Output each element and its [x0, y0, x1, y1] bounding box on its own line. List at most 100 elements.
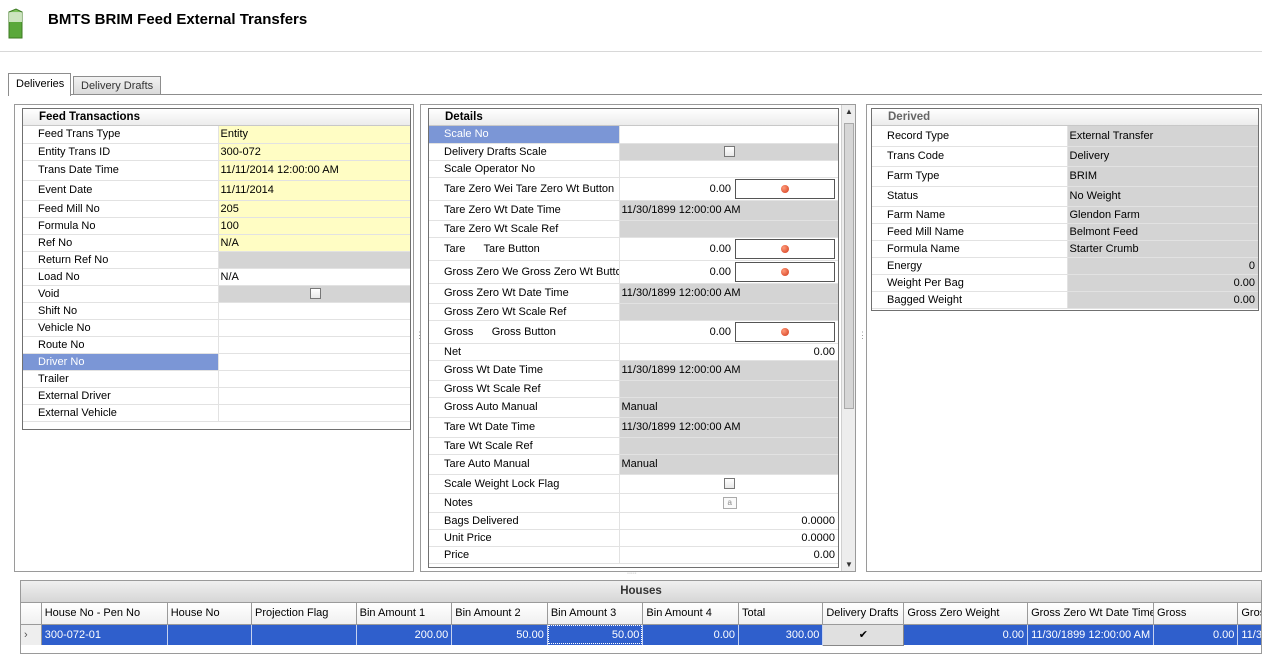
house-pen-cell[interactable]: 300-072-01	[41, 624, 168, 645]
grid-row[interactable]: Unit Price 0.0000	[429, 529, 838, 547]
column-header[interactable]: Bin Amount 2	[451, 603, 548, 625]
column-header[interactable]: Gross Wt Date Time	[1237, 603, 1261, 625]
void-checkbox[interactable]	[309, 288, 321, 300]
grid-row[interactable]: Delivery Drafts Scale	[429, 143, 838, 161]
grid-row[interactable]: Void	[23, 285, 410, 303]
grid-row[interactable]: Feed Trans Type Entity	[23, 126, 410, 144]
splitter-grip[interactable]: ⋮	[858, 330, 867, 341]
grid-row[interactable]: Load No N/A	[23, 268, 410, 286]
grid-row[interactable]: Gross Gross Button 0.00	[429, 320, 838, 344]
grid-row[interactable]: Gross Auto Manual Manual	[429, 397, 838, 418]
column-header[interactable]: House No - Pen No	[41, 603, 168, 625]
grid-row[interactable]: Tare Auto Manual Manual	[429, 454, 838, 475]
bin-amount-3-cell[interactable]: 50.00	[547, 624, 644, 645]
ref-no-value[interactable]: N/A	[217, 234, 410, 252]
driver-no-value[interactable]	[217, 353, 410, 371]
grid-row[interactable]: Net 0.00	[429, 343, 838, 361]
column-header[interactable]: Gross Zero Weight	[903, 603, 1029, 625]
grid-row[interactable]: Gross Zero Wt Scale Ref	[429, 303, 838, 321]
grid-row[interactable]: Shift No	[23, 302, 410, 320]
tab-delivery-drafts[interactable]: Delivery Drafts	[73, 76, 161, 95]
tab-deliveries[interactable]: Deliveries	[8, 73, 71, 96]
grid-row[interactable]: Gross Zero Wt Date Time 11/30/1899 12:00:…	[429, 283, 838, 304]
external-vehicle-value[interactable]	[217, 404, 410, 422]
grid-row[interactable]: Bags Delivered 0.0000	[429, 512, 838, 530]
grid-row[interactable]: Formula No 100	[23, 217, 410, 235]
grid-row[interactable]: Gross Wt Scale Ref	[429, 380, 838, 398]
grid-row[interactable]: Entity Trans ID 300-072	[23, 143, 410, 161]
delivery-drafts-check-icon[interactable]: ✔	[822, 623, 905, 646]
gross-zero-weight-cell[interactable]: 0.00	[903, 624, 1029, 645]
column-header[interactable]: Bin Amount 3	[547, 603, 644, 625]
gross-zero-wt-date-time-cell[interactable]: 11/30/1899 12:00:00 AM	[1027, 624, 1155, 645]
scale-operator-no-value[interactable]	[618, 160, 838, 178]
gross-cell[interactable]: 0.00	[1153, 624, 1239, 645]
tare-button[interactable]	[735, 238, 835, 259]
grid-row[interactable]: External Vehicle	[23, 404, 410, 422]
grid-row[interactable]: Trailer	[23, 370, 410, 388]
grid-row[interactable]: Ref No N/A	[23, 234, 410, 252]
grid-row[interactable]: Tare Zero Wei Tare Zero Wt Button 0.00	[429, 177, 838, 201]
column-header[interactable]: Bin Amount 1	[356, 603, 453, 625]
route-no-value[interactable]	[217, 336, 410, 354]
delivery-drafts-scale-checkbox[interactable]	[724, 146, 736, 158]
grid-row[interactable]: External Driver	[23, 387, 410, 405]
vehicle-no-value[interactable]	[217, 319, 410, 337]
scroll-down-icon[interactable]: ▼	[845, 560, 853, 569]
bags-delivered-value[interactable]: 0.0000	[618, 512, 838, 530]
entity-trans-id-value[interactable]: 300-072	[217, 143, 410, 161]
feed-mill-no-value[interactable]: 205	[217, 200, 410, 218]
column-header[interactable]: House No	[167, 603, 253, 625]
grid-row[interactable]: Tare Wt Scale Ref	[429, 437, 838, 455]
notes-icon[interactable]: a	[722, 497, 737, 509]
grid-row[interactable]: Vehicle No	[23, 319, 410, 337]
grid-row[interactable]: Tare Zero Wt Date Time 11/30/1899 12:00:0…	[429, 200, 838, 221]
table-row[interactable]: › 300-072-01 200.00 50.00 50.00 0.00 300…	[21, 623, 1261, 646]
grid-row[interactable]: Feed Mill No 205	[23, 200, 410, 218]
splitter-grip[interactable]: ∙∙∙∙∙	[626, 570, 638, 577]
grid-row[interactable]: Scale Operator No	[429, 160, 838, 178]
event-date-value[interactable]: 11/11/2014	[217, 180, 410, 201]
scroll-up-icon[interactable]: ▲	[845, 107, 853, 116]
column-header[interactable]: Delivery Drafts	[822, 603, 905, 625]
tare-zero-wt-button[interactable]	[735, 178, 835, 199]
grid-row[interactable]: Route No	[23, 336, 410, 354]
column-header[interactable]: Total	[738, 603, 824, 625]
grid-row[interactable]: Notes a	[429, 493, 838, 513]
grid-row[interactable]: Return Ref No	[23, 251, 410, 269]
scroll-thumb[interactable]	[844, 123, 854, 409]
grid-row[interactable]: Tare Zero Wt Scale Ref	[429, 220, 838, 238]
house-no-cell[interactable]	[167, 624, 253, 645]
gross-zero-wt-button[interactable]	[735, 261, 835, 282]
grid-row[interactable]: Event Date 11/11/2014	[23, 180, 410, 201]
grid-row[interactable]: Driver No	[23, 353, 410, 371]
gross-wt-date-time-cell[interactable]: 11/30/1899 12:00:0...	[1237, 624, 1261, 645]
scale-no-value[interactable]	[618, 126, 838, 144]
column-header[interactable]: Bin Amount 4	[642, 603, 740, 625]
column-header[interactable]: Gross Zero Wt Date Time	[1027, 603, 1155, 625]
grid-row[interactable]: Gross Wt Date Time 11/30/1899 12:00:00 AM	[429, 360, 838, 381]
unit-price-value[interactable]: 0.0000	[618, 529, 838, 547]
grid-row[interactable]: Scale No	[429, 126, 838, 144]
column-header[interactable]: Projection Flag	[251, 603, 357, 625]
price-value[interactable]: 0.00	[618, 546, 838, 564]
shift-no-value[interactable]	[217, 302, 410, 320]
grid-row[interactable]: Gross Zero We Gross Zero Wt Button 0.00	[429, 260, 838, 284]
load-no-value[interactable]: N/A	[217, 268, 410, 286]
formula-no-value[interactable]: 100	[217, 217, 410, 235]
details-scrollbar[interactable]: ▲ ▼	[841, 105, 855, 571]
column-header[interactable]: Gross	[1153, 603, 1239, 625]
grid-row[interactable]: Tare Wt Date Time 11/30/1899 12:00:00 AM	[429, 417, 838, 438]
feed-trans-type-value[interactable]: Entity	[217, 126, 410, 144]
grid-row[interactable]: Tare Tare Button 0.00	[429, 237, 838, 261]
bin-amount-1-cell[interactable]: 200.00	[356, 624, 453, 645]
grid-row[interactable]: Trans Date Time 11/11/2014 12:00:00 AM	[23, 160, 410, 181]
bin-amount-2-cell[interactable]: 50.00	[451, 624, 548, 645]
trailer-value[interactable]	[217, 370, 410, 388]
gross-button[interactable]	[735, 321, 835, 342]
bin-amount-4-cell[interactable]: 0.00	[642, 624, 740, 645]
grid-row[interactable]: Price 0.00	[429, 546, 838, 564]
trans-date-time-value[interactable]: 11/11/2014 12:00:00 AM	[217, 160, 410, 181]
external-driver-value[interactable]	[217, 387, 410, 405]
projection-flag-cell[interactable]	[251, 624, 357, 645]
